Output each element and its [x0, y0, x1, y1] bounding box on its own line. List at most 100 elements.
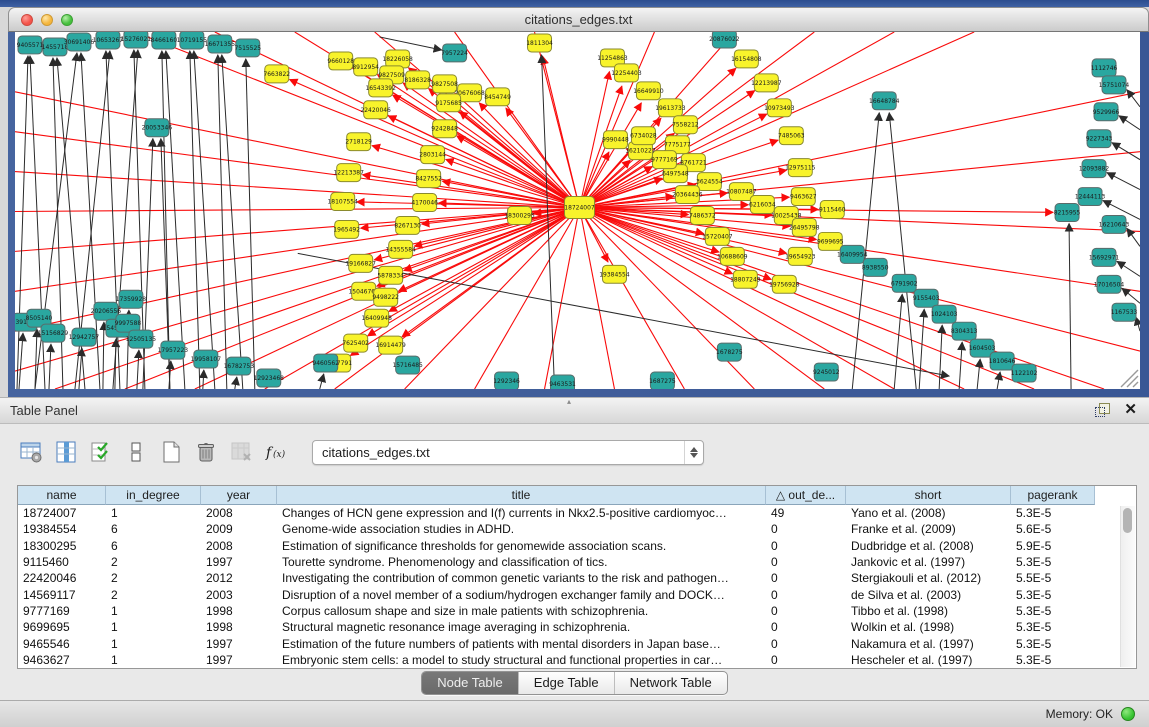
graph-node[interactable]: 8267130 — [394, 216, 421, 234]
table-row[interactable]: 1872400712008Changes of HCN gene express… — [18, 505, 1120, 521]
row-options-icon[interactable] — [123, 439, 149, 465]
graph-node[interactable]: 17016504 — [1094, 275, 1125, 293]
graph-node[interactable]: 16409948 — [361, 309, 392, 327]
graph-node[interactable]: 16782753 — [224, 357, 255, 375]
graph-node[interactable]: 20364436 — [672, 186, 703, 204]
column-header-pagerank[interactable]: pagerank — [1011, 486, 1095, 505]
graph-node[interactable]: 15156829 — [38, 324, 69, 342]
graph-hub-node[interactable]: 18724007 — [564, 197, 595, 219]
tab-network-table[interactable]: Network Table — [614, 672, 727, 694]
graph-node[interactable]: 19613733 — [655, 99, 686, 117]
resize-grip-icon[interactable] — [1121, 370, 1138, 387]
graph-node[interactable]: 9242848 — [431, 120, 458, 138]
delete-table-icon[interactable] — [193, 439, 219, 465]
graph-node[interactable]: 15716485 — [392, 356, 423, 374]
graph-node[interactable]: 18807249 — [730, 270, 761, 288]
table-row[interactable]: 911546021997Tourette syndrome. Phenomeno… — [18, 554, 1120, 570]
column-header-name[interactable]: name — [18, 486, 106, 505]
graph-node[interactable]: 1024103 — [931, 305, 958, 323]
table-row[interactable]: 1830029562008Estimation of significance … — [18, 538, 1120, 554]
graph-node[interactable]: 9463531 — [549, 375, 576, 389]
graph-node[interactable]: 1292346 — [493, 372, 520, 389]
column-header-out_de[interactable]: △ out_de... — [766, 486, 846, 505]
table-row[interactable]: 977716911998Corpus callosum shape and si… — [18, 603, 1120, 619]
graph-node[interactable]: 12444113 — [1075, 188, 1106, 206]
graph-node[interactable]: 8186328 — [404, 71, 431, 89]
graph-node[interactable]: 12505135 — [126, 330, 157, 348]
graph-node[interactable]: 1687275 — [649, 372, 676, 389]
show-columns-icon[interactable] — [53, 439, 79, 465]
graph-node[interactable]: 8912954 — [352, 58, 379, 76]
graph-node[interactable]: 8454749 — [484, 88, 511, 106]
network-canvas[interactable]: 1872400718300295940557114557183069140610… — [15, 32, 1140, 389]
graph-node[interactable]: 12975115 — [785, 159, 816, 177]
graph-node[interactable]: 9227343 — [1086, 130, 1113, 148]
graph-node[interactable]: 1965492 — [333, 220, 360, 238]
graph-node[interactable]: 7663822 — [263, 65, 290, 83]
graph-node[interactable]: 20053346 — [142, 119, 173, 137]
graph-node[interactable]: 22420046 — [360, 101, 391, 119]
graph-node[interactable]: 10973493 — [764, 99, 795, 117]
graph-node[interactable]: 9245012 — [813, 363, 840, 381]
graph-node[interactable]: 7515525 — [234, 39, 261, 57]
tab-edge-table[interactable]: Edge Table — [518, 672, 614, 694]
table-vertical-scrollbar[interactable] — [1120, 506, 1135, 667]
graph-node[interactable]: 16210643 — [1099, 215, 1130, 233]
graph-node[interactable]: 12942757 — [69, 328, 100, 346]
graph-node[interactable]: 16671355 — [205, 35, 236, 53]
table-mode-icon[interactable] — [18, 439, 44, 465]
graph-node[interactable]: 17359928 — [116, 290, 147, 308]
table-select-dropdown[interactable]: citations_edges.txt — [312, 440, 704, 465]
graph-node[interactable]: 1122102 — [1011, 364, 1038, 382]
graph-node[interactable]: 18107554 — [327, 193, 358, 211]
graph-node[interactable]: 9990448 — [602, 131, 629, 149]
graph-node[interactable]: 4170046 — [411, 194, 438, 212]
table-row[interactable]: 2242004622012Investigating the contribut… — [18, 570, 1120, 586]
graph-node[interactable]: 1167533 — [1111, 303, 1138, 321]
graph-node[interactable]: 10653267 — [93, 32, 124, 49]
import-table-icon[interactable] — [228, 439, 254, 465]
graph-node[interactable]: 16649910 — [633, 82, 664, 100]
split-divider-handle[interactable]: ▴ — [567, 398, 571, 406]
graph-node[interactable]: 16543392 — [365, 79, 396, 97]
column-header-title[interactable]: title — [277, 486, 766, 505]
graph-node[interactable]: 1810646 — [989, 352, 1016, 370]
column-header-year[interactable]: year — [201, 486, 277, 505]
table-row[interactable]: 946362711997Embryonic stem cells: a mode… — [18, 652, 1120, 668]
graph-node[interactable]: 7558212 — [672, 116, 699, 134]
graph-node[interactable]: 7485063 — [778, 127, 805, 145]
graph-node[interactable]: 19958107 — [191, 350, 222, 368]
graph-node[interactable]: 12254403 — [611, 64, 642, 82]
graph-node[interactable]: 8304313 — [951, 322, 978, 340]
graph-node[interactable]: 14355584 — [385, 240, 416, 258]
graph-node[interactable]: 19384554 — [599, 265, 630, 283]
graph-node[interactable]: 16154808 — [731, 50, 762, 68]
graph-node[interactable]: 9498222 — [372, 288, 399, 306]
graph-node[interactable]: 18300295 — [504, 207, 535, 225]
graph-node[interactable]: 6734028 — [630, 127, 657, 145]
graph-node[interactable]: 9155403 — [913, 289, 940, 307]
graph-node[interactable]: 12923468 — [254, 369, 285, 387]
graph-node[interactable]: 12093882 — [1079, 160, 1110, 178]
function-builder-icon[interactable] — [263, 439, 289, 465]
tab-node-table[interactable]: Node Table — [422, 672, 518, 694]
graph-node[interactable]: 15276021 — [121, 32, 152, 48]
select-columns-icon[interactable] — [88, 439, 114, 465]
graph-node[interactable]: 9997588 — [115, 314, 142, 332]
graph-node[interactable]: 7957224 — [441, 44, 468, 62]
table-row[interactable]: 969969511998Structural magnetic resonanc… — [18, 619, 1120, 635]
graph-node[interactable]: 5878334 — [377, 266, 404, 284]
graph-node[interactable]: 9529966 — [1093, 103, 1120, 121]
graph-node[interactable]: 16648784 — [869, 92, 900, 110]
graph-node[interactable]: 8466160 — [151, 32, 178, 49]
graph-node[interactable]: 12213987 — [751, 74, 782, 92]
column-header-in_degree[interactable]: in_degree — [106, 486, 201, 505]
graph-node[interactable]: 10719155 — [177, 32, 208, 49]
graph-node[interactable]: 8938550 — [862, 258, 889, 276]
table-row[interactable]: 1456911722003Disruption of a novel membe… — [18, 586, 1120, 602]
float-panel-icon[interactable] — [1095, 402, 1110, 417]
scrollbar-thumb[interactable] — [1123, 508, 1132, 533]
graph-node[interactable]: 15751074 — [1099, 76, 1130, 94]
graph-node[interactable]: 16914479 — [375, 336, 406, 354]
graph-node[interactable]: 9175685 — [435, 94, 462, 112]
